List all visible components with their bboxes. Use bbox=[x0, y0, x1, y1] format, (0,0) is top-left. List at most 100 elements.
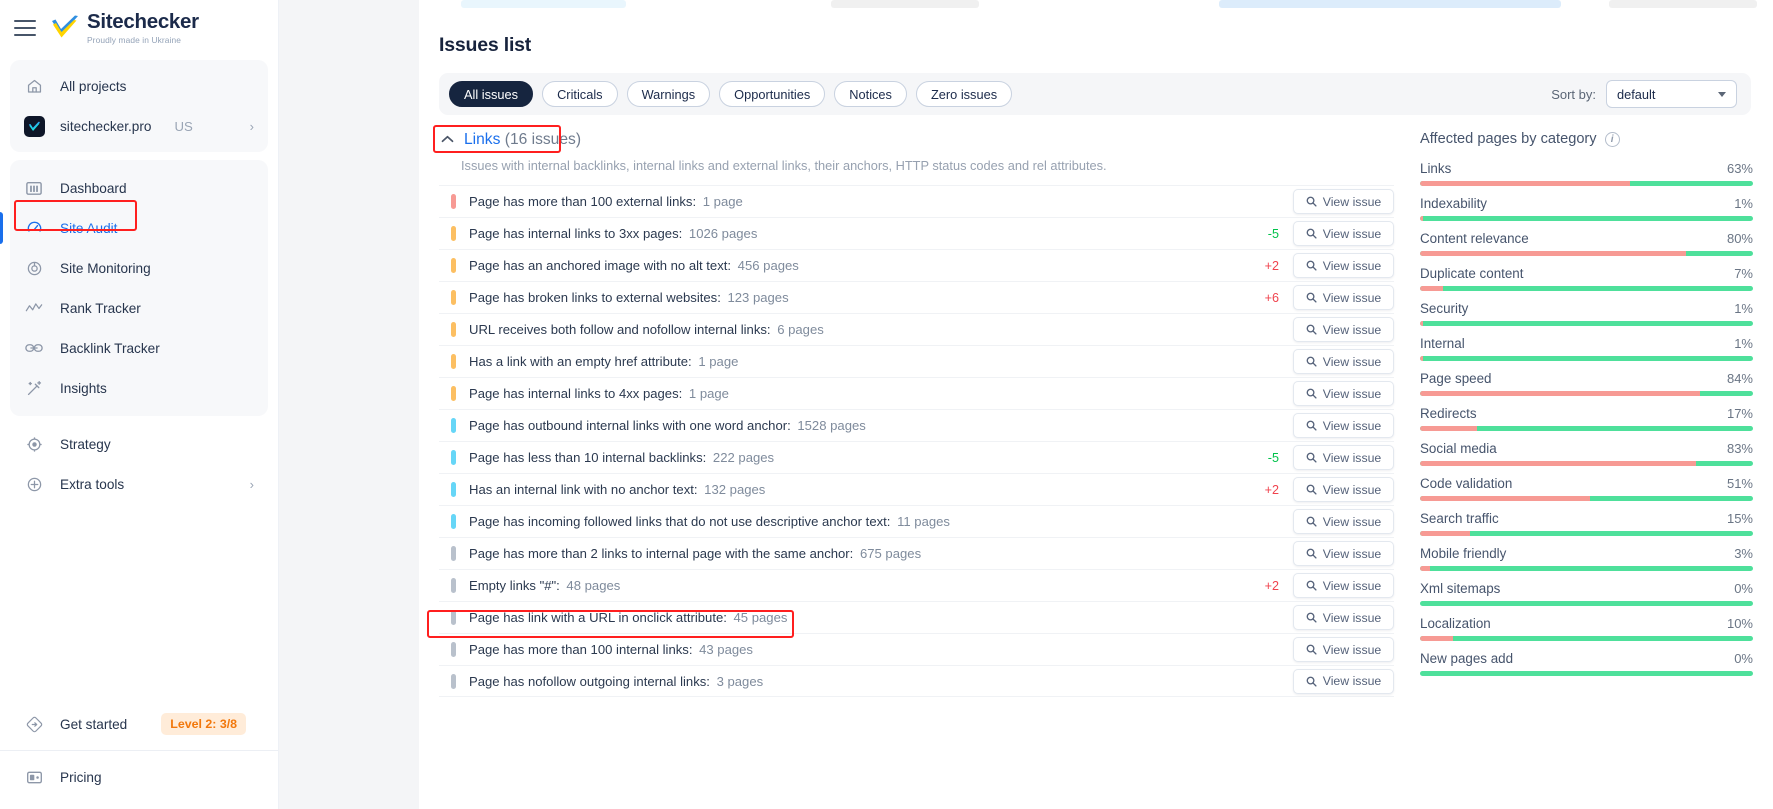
backlink-tracker-icon bbox=[24, 338, 44, 358]
filter-chip-opportunities[interactable]: Opportunities bbox=[719, 81, 826, 107]
issue-row[interactable]: URL receives both follow and nofollow in… bbox=[439, 313, 1394, 345]
issue-row[interactable]: Page has more than 100 internal links: 4… bbox=[439, 633, 1394, 665]
filter-chip-criticals[interactable]: Criticals bbox=[542, 81, 618, 107]
content-row: Links (16 issues) Issues with internal b… bbox=[419, 125, 1773, 697]
page-title: Issues list bbox=[439, 34, 532, 56]
issue-row[interactable]: Page has internal links to 3xx pages: 10… bbox=[439, 217, 1394, 249]
sidebar-item-label: Pricing bbox=[60, 769, 102, 785]
view-issue-button[interactable]: View issue bbox=[1293, 541, 1394, 566]
sidebar-item-get-started[interactable]: Get started Level 2: 3/8 bbox=[10, 700, 268, 748]
filter-chip-zero-issues[interactable]: Zero issues bbox=[915, 81, 1013, 107]
category-item: Mobile friendly 3% bbox=[1420, 546, 1753, 571]
sidebar: Sitechecker Proudly made in Ukraine All … bbox=[0, 0, 279, 809]
view-issue-button[interactable]: View issue bbox=[1293, 253, 1394, 278]
search-icon bbox=[1306, 644, 1317, 655]
view-issue-label: View issue bbox=[1322, 418, 1382, 433]
chevron-right-icon[interactable]: › bbox=[250, 120, 254, 133]
issue-row[interactable]: Page has nofollow outgoing internal link… bbox=[439, 665, 1394, 697]
sidebar-item-project[interactable]: sitechecker.pro US › bbox=[10, 106, 268, 146]
sidebar-item-insights[interactable]: Insights bbox=[10, 368, 268, 408]
sort-by-select[interactable]: default bbox=[1606, 80, 1737, 108]
category-name: Search traffic bbox=[1420, 511, 1499, 526]
category-header: Localization 10% bbox=[1420, 616, 1753, 631]
issue-row[interactable]: Page has broken links to external websit… bbox=[439, 281, 1394, 313]
sidebar-item-all-projects[interactable]: All projects bbox=[10, 66, 268, 106]
category-item: Search traffic 15% bbox=[1420, 511, 1753, 536]
search-icon bbox=[1306, 356, 1317, 367]
category-percent: 84% bbox=[1726, 371, 1753, 386]
issue-row[interactable]: Page has less than 10 internal backlinks… bbox=[439, 441, 1394, 473]
view-issue-button[interactable]: View issue bbox=[1293, 668, 1394, 694]
issue-row[interactable]: Page has outbound internal links with on… bbox=[439, 409, 1394, 441]
view-issue-button[interactable]: View issue bbox=[1293, 477, 1394, 502]
issue-name: Page has outbound internal links with on… bbox=[469, 418, 866, 433]
issue-row[interactable]: Has a link with an empty href attribute:… bbox=[439, 345, 1394, 377]
sidebar-item-site-audit[interactable]: Site Audit bbox=[0, 208, 268, 248]
category-progress-fill bbox=[1420, 531, 1470, 536]
view-issue-button[interactable]: View issue bbox=[1293, 381, 1394, 406]
filter-chip-notices[interactable]: Notices bbox=[834, 81, 907, 107]
view-issue-button[interactable]: View issue bbox=[1293, 413, 1394, 438]
filter-chip-all-issues[interactable]: All issues bbox=[449, 81, 534, 107]
view-issue-button[interactable]: View issue bbox=[1293, 445, 1394, 470]
issue-page-count: 1 page bbox=[685, 386, 729, 401]
view-issue-button[interactable]: View issue bbox=[1293, 605, 1394, 630]
severity-indicator-notice bbox=[451, 578, 456, 593]
category-progress-fill bbox=[1420, 286, 1444, 291]
issue-row[interactable]: Page has more than 2 links to internal p… bbox=[439, 537, 1394, 569]
chevron-right-icon[interactable]: › bbox=[250, 478, 254, 491]
issue-row[interactable]: Page has an anchored image with no alt t… bbox=[439, 249, 1394, 281]
severity-indicator-warning bbox=[451, 322, 456, 337]
sort-control: Sort by: default bbox=[1551, 80, 1741, 108]
sidebar-item-rank-tracker[interactable]: Rank Tracker bbox=[10, 288, 268, 328]
view-issue-button[interactable]: View issue bbox=[1293, 189, 1394, 214]
issue-row[interactable]: Page has internal links to 4xx pages: 1 … bbox=[439, 377, 1394, 409]
menu-toggle-icon[interactable] bbox=[14, 20, 36, 36]
category-item: Content relevance 80% bbox=[1420, 231, 1753, 256]
category-item: Localization 10% bbox=[1420, 616, 1753, 641]
category-progress-bar bbox=[1420, 531, 1753, 536]
category-item: New pages add 0% bbox=[1420, 651, 1753, 676]
issue-name: Page has less than 10 internal backlinks… bbox=[469, 450, 775, 465]
collapse-caret-icon[interactable] bbox=[441, 133, 454, 145]
info-icon[interactable]: i bbox=[1604, 131, 1620, 147]
sidebar-item-site-monitoring[interactable]: Site Monitoring bbox=[10, 248, 268, 288]
view-issue-button[interactable]: View issue bbox=[1293, 317, 1394, 342]
issue-row[interactable]: Has an internal link with no anchor text… bbox=[439, 473, 1394, 505]
view-issue-button[interactable]: View issue bbox=[1293, 285, 1394, 310]
category-name: Redirects bbox=[1420, 406, 1477, 421]
issue-name: Empty links "#": 48 pages bbox=[469, 578, 621, 593]
issue-row[interactable]: Empty links "#": 48 pages +2 View issue bbox=[439, 569, 1394, 601]
category-item: Xml sitemaps 0% bbox=[1420, 581, 1753, 606]
brand-logo[interactable]: Sitechecker Proudly made in Ukraine bbox=[50, 12, 199, 44]
view-issue-button[interactable]: View issue bbox=[1293, 637, 1394, 662]
get-started-icon bbox=[24, 714, 44, 734]
view-issue-label: View issue bbox=[1322, 514, 1382, 529]
search-icon bbox=[1306, 580, 1317, 591]
category-progress-fill bbox=[1420, 356, 1424, 361]
issue-row[interactable]: Page has incoming followed links that do… bbox=[439, 505, 1394, 537]
category-percent: 1% bbox=[1734, 196, 1753, 211]
site-monitoring-icon bbox=[24, 258, 44, 278]
view-issue-button[interactable]: View issue bbox=[1293, 349, 1394, 374]
severity-indicator-warning bbox=[451, 226, 456, 241]
category-header: Social media 83% bbox=[1420, 441, 1753, 456]
search-icon bbox=[1306, 516, 1317, 527]
sidebar-item-extra-tools[interactable]: Extra tools › bbox=[10, 464, 268, 504]
issue-row[interactable]: Page has more than 100 external links: 1… bbox=[439, 185, 1394, 217]
sidebar-item-pricing[interactable]: Pricing bbox=[10, 753, 268, 801]
view-issue-button[interactable]: View issue bbox=[1293, 509, 1394, 534]
filter-chip-warnings[interactable]: Warnings bbox=[626, 81, 711, 107]
category-progress-bar bbox=[1420, 181, 1753, 186]
sidebar-item-backlink-tracker[interactable]: Backlink Tracker bbox=[10, 328, 268, 368]
view-issue-button[interactable]: View issue bbox=[1293, 573, 1394, 598]
category-percent: 1% bbox=[1734, 336, 1753, 351]
category-header: New pages add 0% bbox=[1420, 651, 1753, 666]
issues-section-title[interactable]: Links (16 issues) bbox=[464, 131, 581, 149]
view-issue-button[interactable]: View issue bbox=[1293, 221, 1394, 246]
sidebar-tools-group: Strategy Extra tools › bbox=[0, 424, 278, 504]
sidebar-item-strategy[interactable]: Strategy bbox=[10, 424, 268, 464]
issue-row[interactable]: Page has link with a URL in onclick attr… bbox=[439, 601, 1394, 633]
sitechecker-check-icon bbox=[50, 15, 80, 41]
sidebar-item-dashboard[interactable]: Dashboard bbox=[10, 168, 268, 208]
